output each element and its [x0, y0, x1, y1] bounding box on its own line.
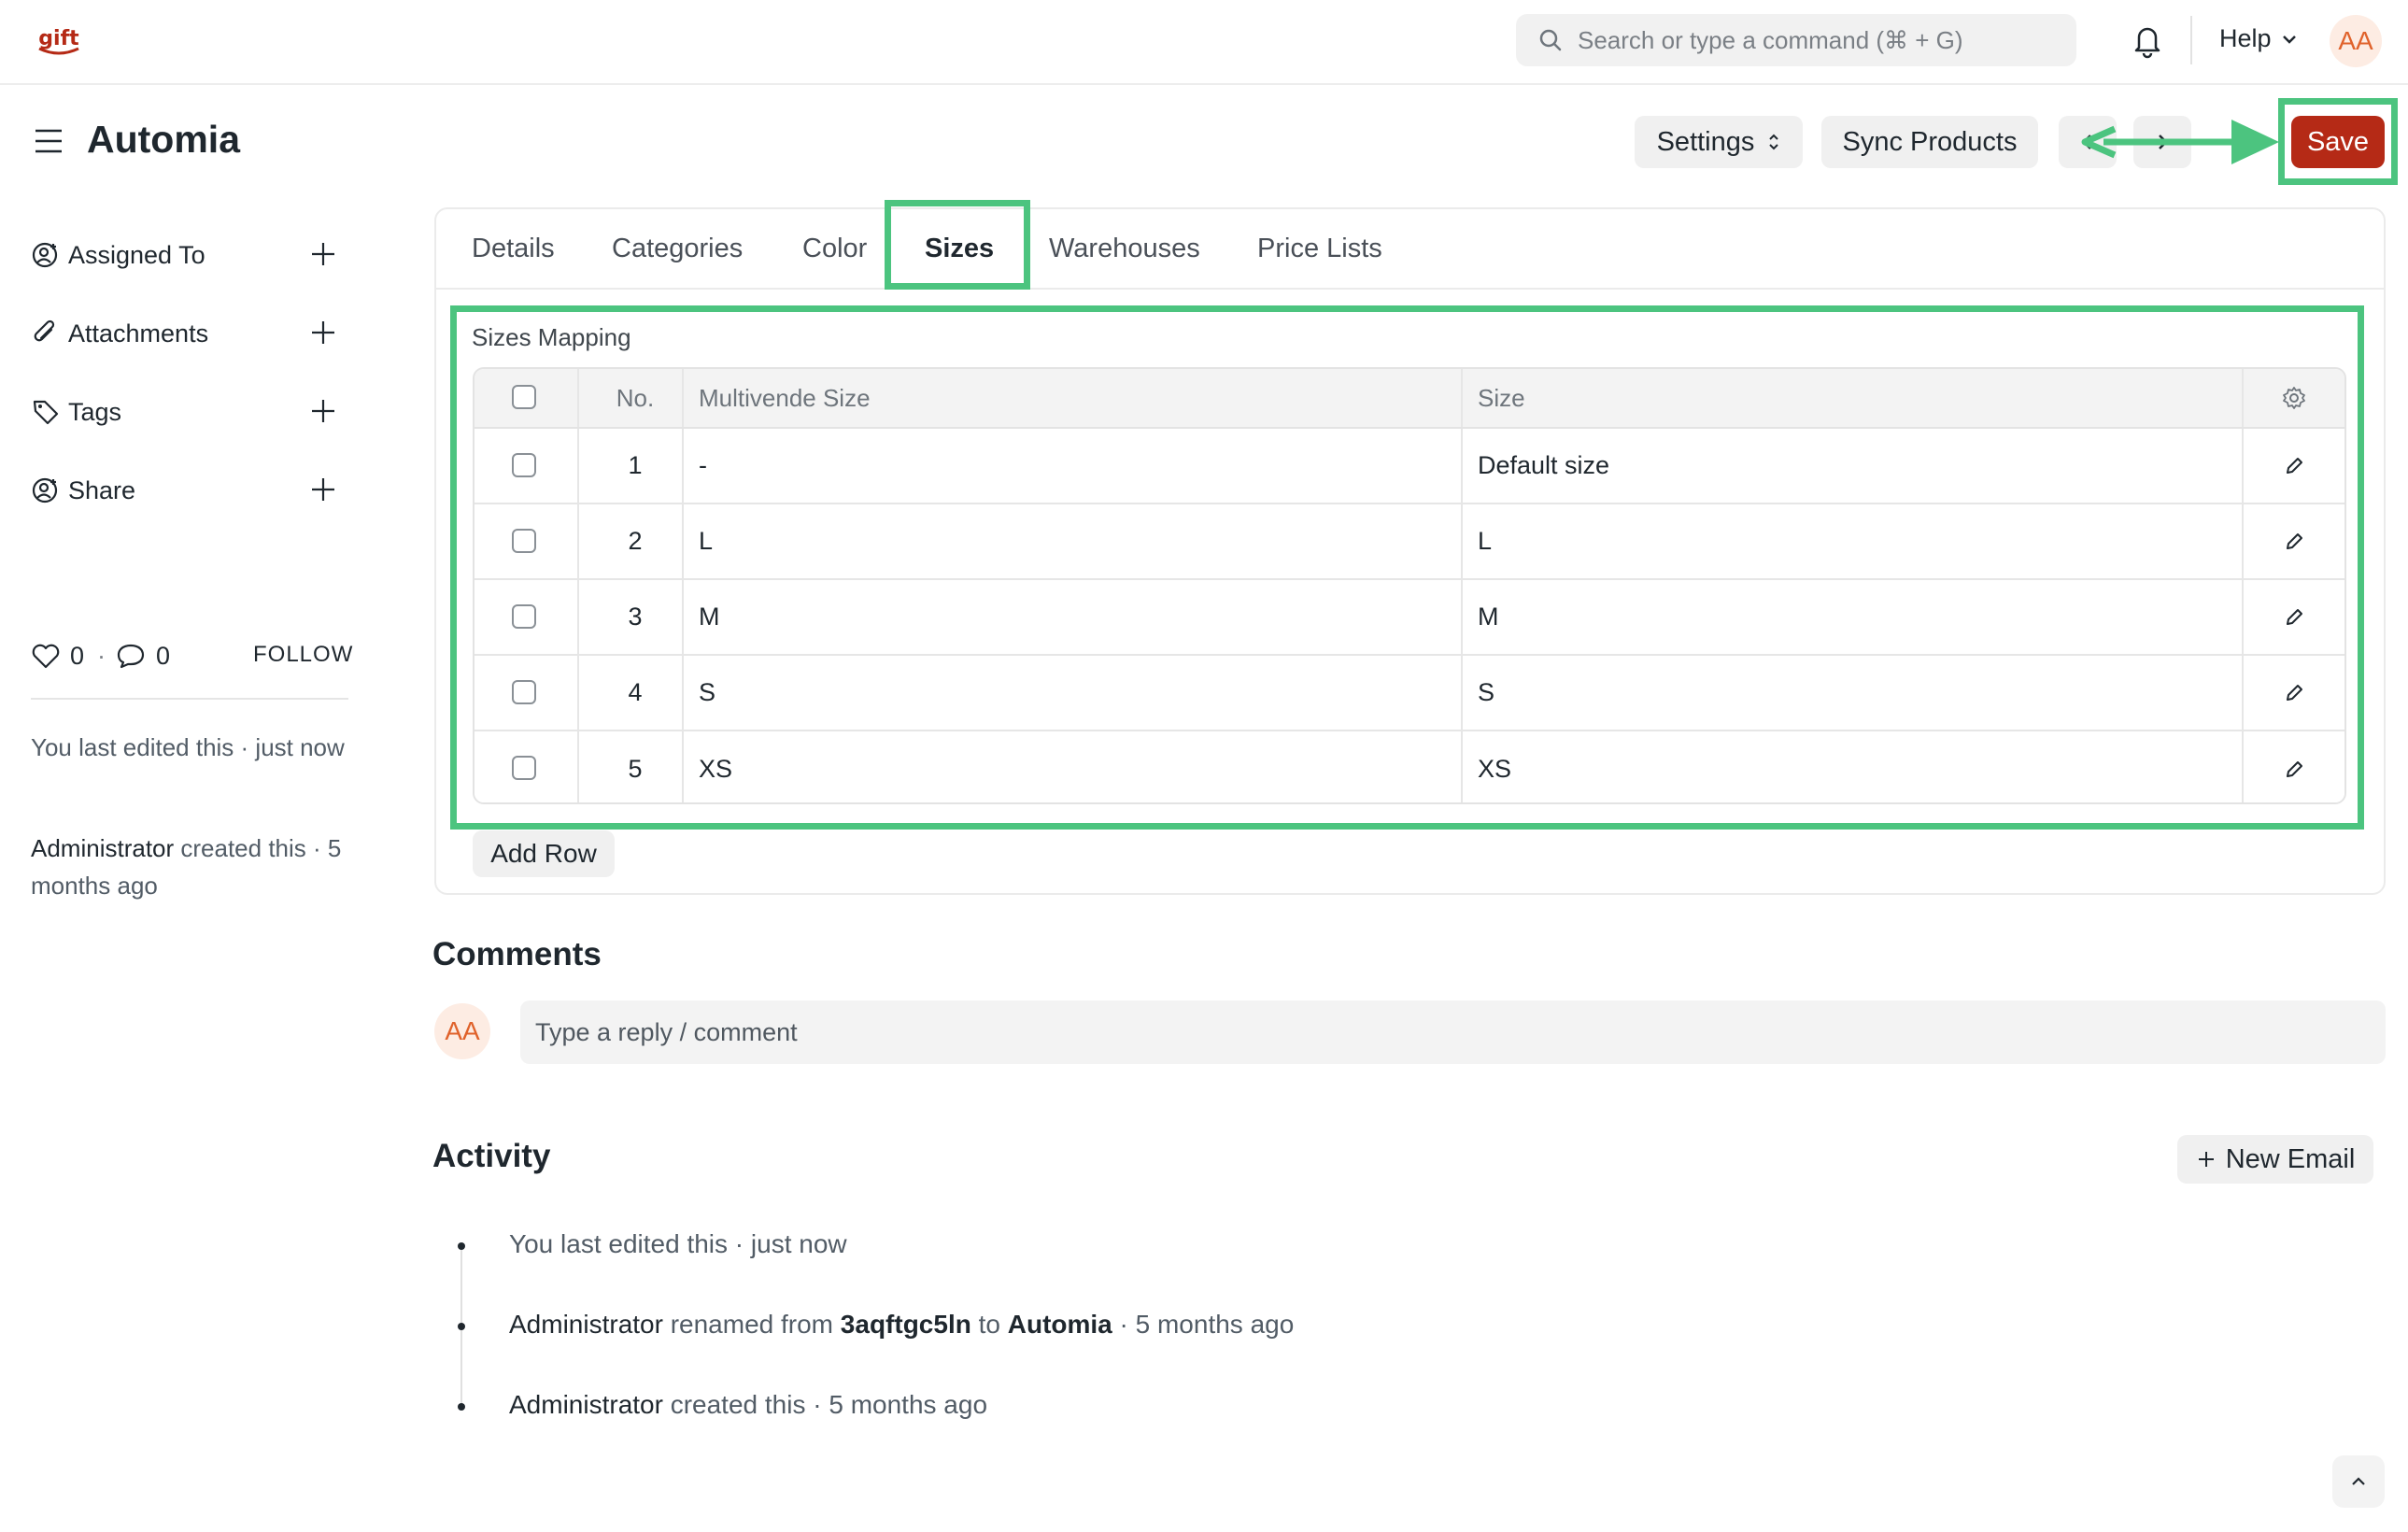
sidebar-item-label: Assigned To	[68, 240, 205, 269]
chevron-up-down-icon	[1769, 134, 1779, 150]
search-input[interactable]: Search or type a command (⌘ + G)	[1516, 14, 2076, 66]
sidebar-item-label: Share	[68, 475, 136, 504]
counter-separator: ·	[97, 641, 106, 670]
new-email-button[interactable]: New Email	[2177, 1135, 2373, 1184]
chevron-down-icon	[2282, 35, 2296, 44]
timeline-dot	[458, 1242, 465, 1250]
created-by-user[interactable]: Administrator	[31, 834, 174, 862]
sidebar-item-tags[interactable]: Tags	[31, 393, 121, 431]
navbar-divider	[2190, 16, 2192, 64]
activity-text: renamed from	[662, 1310, 841, 1339]
sizes-tab-highlight-box	[885, 200, 1030, 290]
comment-bubble-icon[interactable]	[115, 642, 147, 670]
chevron-up-icon	[2352, 1477, 2365, 1485]
save-highlight-box	[2278, 98, 2398, 185]
sync-products-label: Sync Products	[1842, 126, 2018, 157]
comment-avatar: AA	[434, 1003, 490, 1059]
comments-heading: Comments	[432, 936, 602, 972]
comment-input[interactable]: Type a reply / comment	[520, 1000, 2386, 1064]
add-row-button[interactable]: Add Row	[473, 830, 615, 877]
annotation-arrow-icon	[2081, 120, 2279, 164]
navbar: gift Search or type a command (⌘ + G) He…	[0, 0, 2408, 85]
plus-icon	[2198, 1152, 2214, 1167]
help-dropdown[interactable]: Help	[2219, 24, 2298, 53]
sizes-table-highlight-box	[450, 305, 2364, 830]
avatar-initials: AA	[2338, 26, 2373, 55]
settings-button[interactable]: Settings	[1635, 116, 1803, 168]
activity-heading: Activity	[432, 1138, 551, 1174]
tab-details[interactable]: Details	[472, 234, 555, 264]
search-icon	[1539, 29, 1562, 51]
sync-products-button[interactable]: Sync Products	[1821, 116, 2038, 168]
tab-price-lists[interactable]: Price Lists	[1257, 234, 1382, 264]
tag-icon	[33, 400, 59, 425]
add-attachment-plus-icon[interactable]	[308, 318, 338, 348]
last-edited-info: You last edited this · just now	[31, 733, 345, 761]
logo-text: gift	[38, 27, 79, 50]
settings-label: Settings	[1656, 126, 1755, 157]
timeline-dot	[458, 1403, 465, 1411]
notification-bell-icon[interactable]	[2131, 21, 2164, 59]
activity-text: to	[970, 1310, 1008, 1339]
activity-text: created this · 5 months ago	[662, 1390, 988, 1419]
help-label: Help	[2219, 24, 2272, 52]
sidebar-divider	[31, 698, 348, 700]
user-add-icon	[32, 242, 58, 268]
old-name: 3aqftgc5ln	[840, 1310, 971, 1339]
sidebar-item-assigned-to[interactable]: Assigned To	[31, 236, 205, 274]
search-placeholder: Search or type a command (⌘ + G)	[1578, 25, 1963, 54]
activity-user[interactable]: Administrator	[509, 1390, 663, 1419]
tab-categories[interactable]: Categories	[612, 234, 743, 264]
sidebar-item-label: Tags	[68, 397, 122, 426]
timeline-dot	[458, 1323, 465, 1330]
hamburger-menu-icon[interactable]	[34, 127, 64, 155]
add-tag-plus-icon[interactable]	[308, 396, 338, 426]
heart-icon[interactable]	[31, 642, 61, 670]
new-name: Automia	[1007, 1310, 1112, 1339]
scroll-to-top-button[interactable]	[2332, 1455, 2385, 1508]
tab-warehouses[interactable]: Warehouses	[1049, 234, 1200, 264]
new-email-label: New Email	[2225, 1143, 2356, 1174]
paperclip-icon	[34, 319, 55, 342]
comment-placeholder: Type a reply / comment	[535, 1017, 798, 1046]
user-avatar[interactable]: AA	[2330, 15, 2382, 67]
sidebar-item-share[interactable]: Share	[31, 472, 135, 509]
likes-count: 0	[70, 641, 85, 670]
likes-comments-counter: 0 · 0	[31, 637, 179, 674]
avatar-initials: AA	[445, 1016, 480, 1045]
activity-item: Administrator created this · 5 months ag…	[509, 1390, 987, 1420]
add-share-plus-icon[interactable]	[308, 475, 338, 504]
activity-time: · 5 months ago	[1112, 1310, 1295, 1339]
add-assignee-plus-icon[interactable]	[308, 239, 338, 269]
created-info: Administrator created this · 5 months ag…	[31, 830, 348, 904]
activity-user[interactable]: Administrator	[509, 1310, 663, 1339]
follow-button[interactable]: FOLLOW	[253, 642, 353, 668]
app-logo[interactable]: gift	[34, 17, 84, 62]
activity-item: Administrator renamed from 3aqftgc5ln to…	[509, 1310, 1294, 1340]
activity-item: You last edited this · just now	[509, 1229, 847, 1258]
sidebar-item-attachments[interactable]: Attachments	[31, 315, 208, 352]
sidebar-item-label: Attachments	[68, 319, 209, 348]
tab-color[interactable]: Color	[802, 234, 867, 264]
comments-count: 0	[156, 641, 171, 670]
share-user-icon	[32, 477, 58, 504]
page-title: Automia	[87, 118, 240, 161]
